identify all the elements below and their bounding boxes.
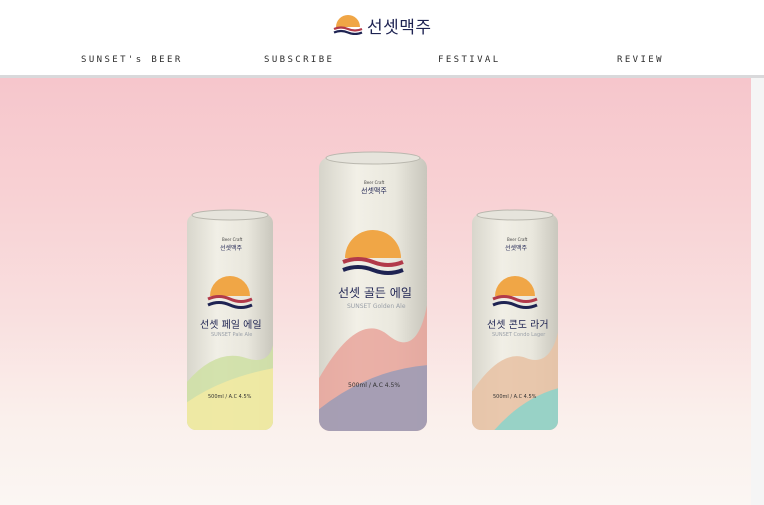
site-header: 선셋맥주 SUNSET's BEER SUBSCRIBE FESTIVAL RE… <box>0 0 764 77</box>
can-golden-ale[interactable]: Beer Craft 선셋맥주 선셋 골든 에일 SUNSET Golden A… <box>318 150 428 436</box>
brand-logo-text: 선셋맥주 <box>367 17 432 38</box>
nav-sunsets-beer[interactable]: SUNSET's BEER <box>81 55 183 65</box>
can-name-en: SUNSET Pale Ale <box>211 332 253 338</box>
nav-festival[interactable]: FESTIVAL <box>438 55 501 65</box>
can-volume: 500ml / A.C 4.5% <box>493 394 537 400</box>
scrollbar-track[interactable] <box>751 78 764 505</box>
nav-review[interactable]: REVIEW <box>617 55 664 65</box>
can-volume: 500ml / A.C 4.5% <box>348 382 401 389</box>
can-pale-ale[interactable]: Beer Craft 선셋맥주 선셋 페일 에일 SUNSET Pale Ale… <box>186 208 274 434</box>
sunset-logo-icon <box>333 15 363 35</box>
nav-subscribe[interactable]: SUBSCRIBE <box>264 55 334 65</box>
can-name-ko: 선셋 골든 에일 <box>338 286 412 300</box>
can-name-en: SUNSET Golden Ale <box>347 303 406 310</box>
can-brand-logo: 선셋맥주 <box>220 245 243 252</box>
can-brand-logo: 선셋맥주 <box>505 245 528 252</box>
brand-logo[interactable]: 선셋맥주 <box>333 12 432 38</box>
can-volume: 500ml / A.C 4.5% <box>208 394 252 400</box>
can-brand-logo: 선셋맥주 <box>361 187 387 195</box>
can-brand-small: Beer Craft <box>222 237 243 242</box>
can-name-ko: 선셋 콘도 라거 <box>487 320 549 331</box>
can-condo-lager[interactable]: Beer Craft 선셋맥주 선셋 콘도 라거 SUNSET Condo La… <box>471 208 559 434</box>
can-brand-small: Beer Craft <box>364 180 385 185</box>
can-name-ko: 선셋 페일 에일 <box>200 320 262 331</box>
can-brand-small: Beer Craft <box>507 237 528 242</box>
hero-banner: Beer Craft 선셋맥주 선셋 페일 에일 SUNSET Pale Ale… <box>0 78 751 505</box>
can-name-en: SUNSET Condo Lager <box>492 332 546 338</box>
